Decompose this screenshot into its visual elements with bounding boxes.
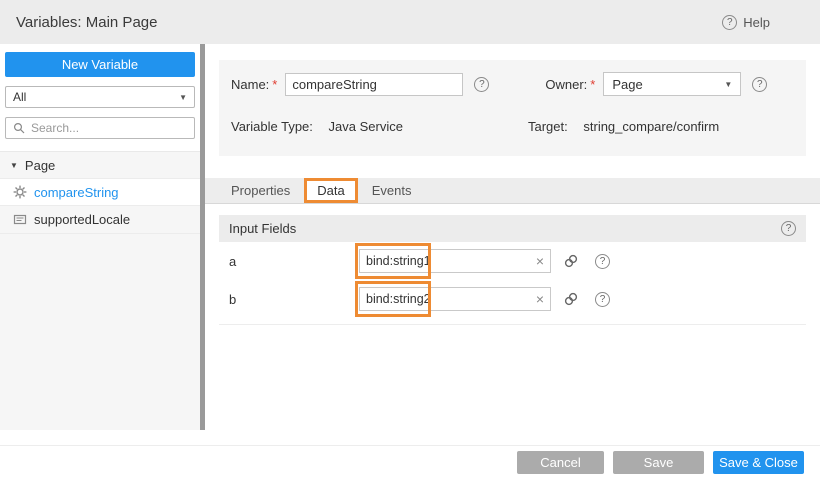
owner-help-icon[interactable]: ? [752,77,767,92]
variable-summary-panel: Name: * ? Owner: * Page ▼ ? Variable Typ… [219,60,806,156]
field-label: b [229,292,359,307]
chevron-down-icon: ▼ [179,93,187,102]
bind-link-icon[interactable] [563,253,579,269]
filter-selected-value: All [13,90,26,104]
name-owner-row: Name: * ? Owner: * Page ▼ ? [231,72,794,96]
tree-item-label: compareString [34,185,119,200]
service-gear-icon [13,185,27,199]
input-field-row-a: a × ? [219,242,806,280]
variable-type-label: Variable Type: [231,119,313,134]
sidebar-controls: New Variable All ▼ [0,44,200,151]
owner-group: Owner: * Page ▼ ? [545,72,767,96]
search-input[interactable] [31,121,188,135]
tree-group-page[interactable]: ▼ Page [0,152,200,178]
required-marker: * [272,77,277,92]
tree-item-supportedlocale[interactable]: supportedLocale [0,206,200,234]
name-label: Name: [231,77,269,92]
target-value: string_compare/confirm [583,119,719,134]
main-content: Name: * ? Owner: * Page ▼ ? Variable Typ… [205,44,820,445]
footer-bar: Cancel Save Save & Close [0,445,820,490]
cancel-button[interactable]: Cancel [517,451,604,474]
type-target-row: Variable Type: Java Service Target: stri… [231,119,794,134]
clear-icon[interactable]: × [536,254,544,268]
locale-page-icon [13,213,27,227]
help-label[interactable]: Help [743,15,770,30]
header-bar: Variables: Main Page ? Help [0,0,820,44]
variable-search[interactable] [5,117,195,139]
variables-sidebar: New Variable All ▼ ▼ Page compareS [0,44,200,430]
tabs-bar: Properties Data Events [205,178,820,204]
variable-type-value: Java Service [329,119,403,134]
owner-dropdown[interactable]: Page ▼ [603,72,741,96]
tree-item-comparestring[interactable]: compareString [0,178,200,206]
name-field[interactable] [285,73,463,96]
help-button[interactable]: ? Help [722,15,770,30]
tab-data[interactable]: Data [304,178,357,203]
search-icon [12,121,26,135]
owner-label: Owner: [545,77,587,92]
save-button[interactable]: Save [613,451,704,474]
variable-filter-dropdown[interactable]: All ▼ [5,86,195,108]
field-help-icon[interactable]: ? [595,254,610,269]
field-b-binding-input[interactable]: × [359,287,551,311]
page-title: Variables: Main Page [16,14,157,31]
name-help-icon[interactable]: ? [474,77,489,92]
target-group: Target: string_compare/confirm [528,119,719,134]
input-fields-list: a × ? b × ? [219,242,806,325]
tab-events[interactable]: Events [358,178,426,203]
input-fields-header: Input Fields ? [219,215,806,242]
clear-icon[interactable]: × [536,292,544,306]
bind-link-icon[interactable] [563,291,579,307]
tree-item-label: supportedLocale [34,212,130,227]
owner-selected-value: Page [612,77,642,92]
tree-group-label: Page [25,158,55,173]
field-a-binding-input[interactable]: × [359,249,551,273]
input-fields-title: Input Fields [229,221,296,236]
field-b-value-input[interactable] [366,292,532,306]
variables-dialog: Variables: Main Page ? Help New Variable… [0,0,820,490]
chevron-down-icon: ▼ [724,80,732,89]
variable-type-group: Variable Type: Java Service [231,119,528,134]
field-label: a [229,254,359,269]
field-a-value-input[interactable] [366,254,532,268]
variables-tree: ▼ Page compareString supportedLocale [0,151,200,430]
help-icon[interactable]: ? [722,15,737,30]
save-and-close-button[interactable]: Save & Close [713,451,804,474]
target-label: Target: [528,119,568,134]
new-variable-button[interactable]: New Variable [5,52,195,77]
input-field-row-b: b × ? [219,280,806,318]
required-marker: * [590,77,595,92]
field-help-icon[interactable]: ? [595,292,610,307]
tab-properties[interactable]: Properties [217,178,304,203]
input-fields-help-icon[interactable]: ? [781,221,796,236]
tree-expander-icon[interactable]: ▼ [10,161,18,170]
